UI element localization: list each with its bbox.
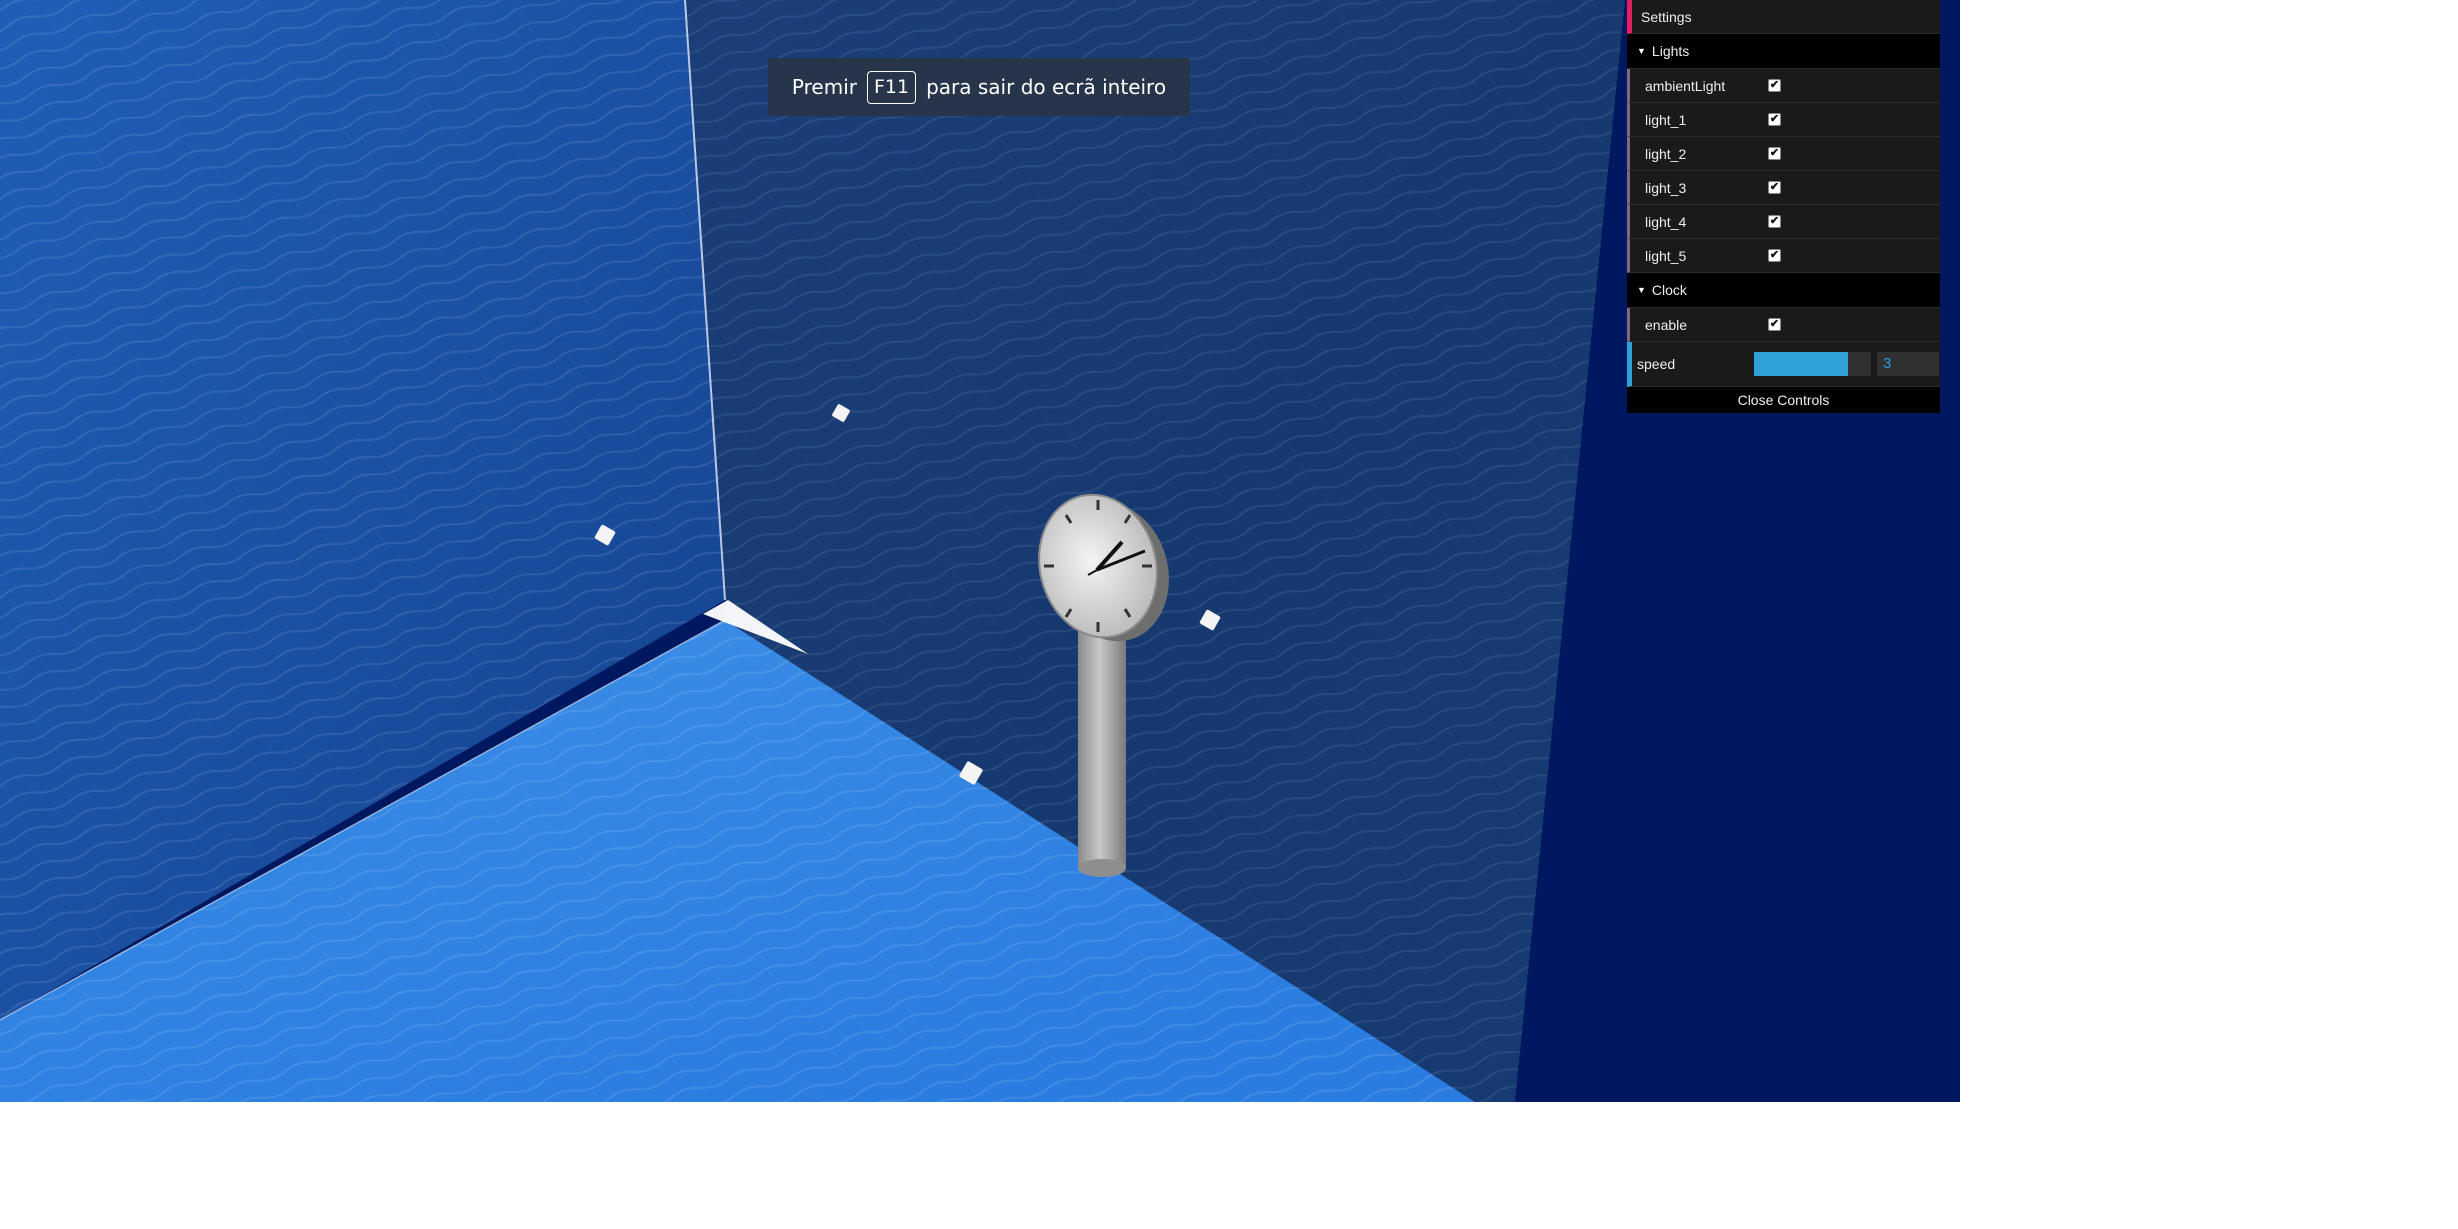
speed-input[interactable]: 3 — [1877, 352, 1939, 376]
light-label: ambientLight — [1645, 77, 1726, 94]
light-checkbox[interactable]: ✔ — [1768, 113, 1781, 126]
close-controls-button[interactable]: Close Controls — [1627, 387, 1940, 413]
enable-label: enable — [1645, 316, 1688, 333]
light-label: light_3 — [1645, 179, 1687, 196]
light-row-light_5[interactable]: light_5 ✔ — [1627, 239, 1940, 273]
light-checkbox[interactable]: ✔ — [1768, 249, 1781, 262]
light-row-light_4[interactable]: light_4 ✔ — [1627, 205, 1940, 239]
controls-panel: Settings ▼ Lights ambientLight ✔ light_1… — [1627, 0, 1940, 413]
clock-folder-label: Clock — [1651, 282, 1687, 298]
clock-folder-title[interactable]: ▼ Clock — [1627, 273, 1940, 308]
light-checkbox[interactable]: ✔ — [1768, 79, 1781, 92]
speed-slider-fill — [1754, 352, 1848, 376]
f11-key: F11 — [866, 70, 917, 104]
light-label: light_1 — [1645, 111, 1687, 128]
light-row-light_3[interactable]: light_3 ✔ — [1627, 171, 1940, 205]
light-label: light_4 — [1645, 213, 1687, 230]
enable-checkbox[interactable]: ✔ — [1768, 318, 1781, 331]
fullscreen-notice: Premir F11 para sair do ecrã inteiro — [768, 58, 1190, 116]
light-label: light_5 — [1645, 247, 1687, 264]
light-row-light_2[interactable]: light_2 ✔ — [1627, 137, 1940, 171]
fullscreen-notice-prefix: Premir — [791, 75, 857, 99]
fullscreen-notice-suffix: para sair do ecrã inteiro — [926, 75, 1167, 99]
light-label: light_2 — [1645, 145, 1687, 162]
lights-folder-title[interactable]: ▼ Lights — [1627, 34, 1940, 69]
light-checkbox[interactable]: ✔ — [1768, 147, 1781, 160]
clock-enable-row[interactable]: enable ✔ — [1627, 308, 1940, 342]
light-checkbox[interactable]: ✔ — [1768, 181, 1781, 194]
lights-folder-label: Lights — [1651, 43, 1690, 59]
light-row-light_1[interactable]: light_1 ✔ — [1627, 103, 1940, 137]
speed-label: speed — [1637, 356, 1676, 372]
clock-speed-row: speed 3 — [1627, 342, 1940, 387]
caret-down-icon: ▼ — [1637, 285, 1646, 295]
caret-down-icon: ▼ — [1637, 46, 1646, 56]
speed-slider[interactable] — [1754, 352, 1871, 376]
settings-label: Settings — [1641, 8, 1692, 25]
3d-viewport[interactable]: Premir F11 para sair do ecrã inteiro Set… — [0, 0, 1960, 1102]
light-checkbox[interactable]: ✔ — [1768, 215, 1781, 228]
light-row-ambientLight[interactable]: ambientLight ✔ — [1627, 69, 1940, 103]
settings-header[interactable]: Settings — [1627, 0, 1940, 34]
